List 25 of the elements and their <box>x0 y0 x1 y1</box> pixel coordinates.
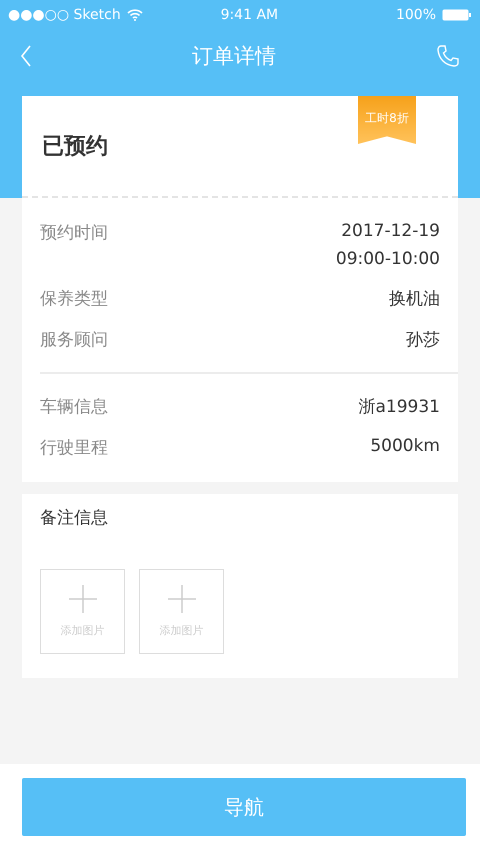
wifi-icon <box>126 9 143 21</box>
order-status: 已预约 <box>42 133 108 161</box>
discount-ribbon: 工时8折 <box>358 96 416 144</box>
field-value: 2017-12-19 <box>341 221 440 241</box>
field-value: 孙莎 <box>406 329 440 351</box>
plus-icon <box>68 585 96 613</box>
back-icon[interactable] <box>20 45 32 67</box>
field-value: 换机油 <box>389 288 440 310</box>
field-label: 保养类型 <box>40 288 108 310</box>
field-label: 车辆信息 <box>40 396 108 418</box>
field-label: 行驶里程 <box>40 437 108 459</box>
field-value: 5000km <box>370 436 440 456</box>
phone-icon[interactable] <box>436 44 460 68</box>
battery-text: 100% <box>396 7 436 23</box>
plus-icon <box>168 585 196 613</box>
page-title: 订单详情 <box>191 43 277 70</box>
notes-title: 备注信息 <box>40 507 109 529</box>
battery-icon <box>442 9 472 21</box>
navigate-button[interactable]: 导航 <box>22 778 466 836</box>
field-label: 服务顾问 <box>40 329 108 351</box>
field-label: 预约时间 <box>40 222 108 245</box>
field-value: 09:00-10:00 <box>336 249 440 269</box>
field-value: 浙a19931 <box>358 396 440 418</box>
status-time: 9:41 AM <box>220 7 280 23</box>
carrier-text: ●●●○○ Sketch <box>8 7 121 23</box>
